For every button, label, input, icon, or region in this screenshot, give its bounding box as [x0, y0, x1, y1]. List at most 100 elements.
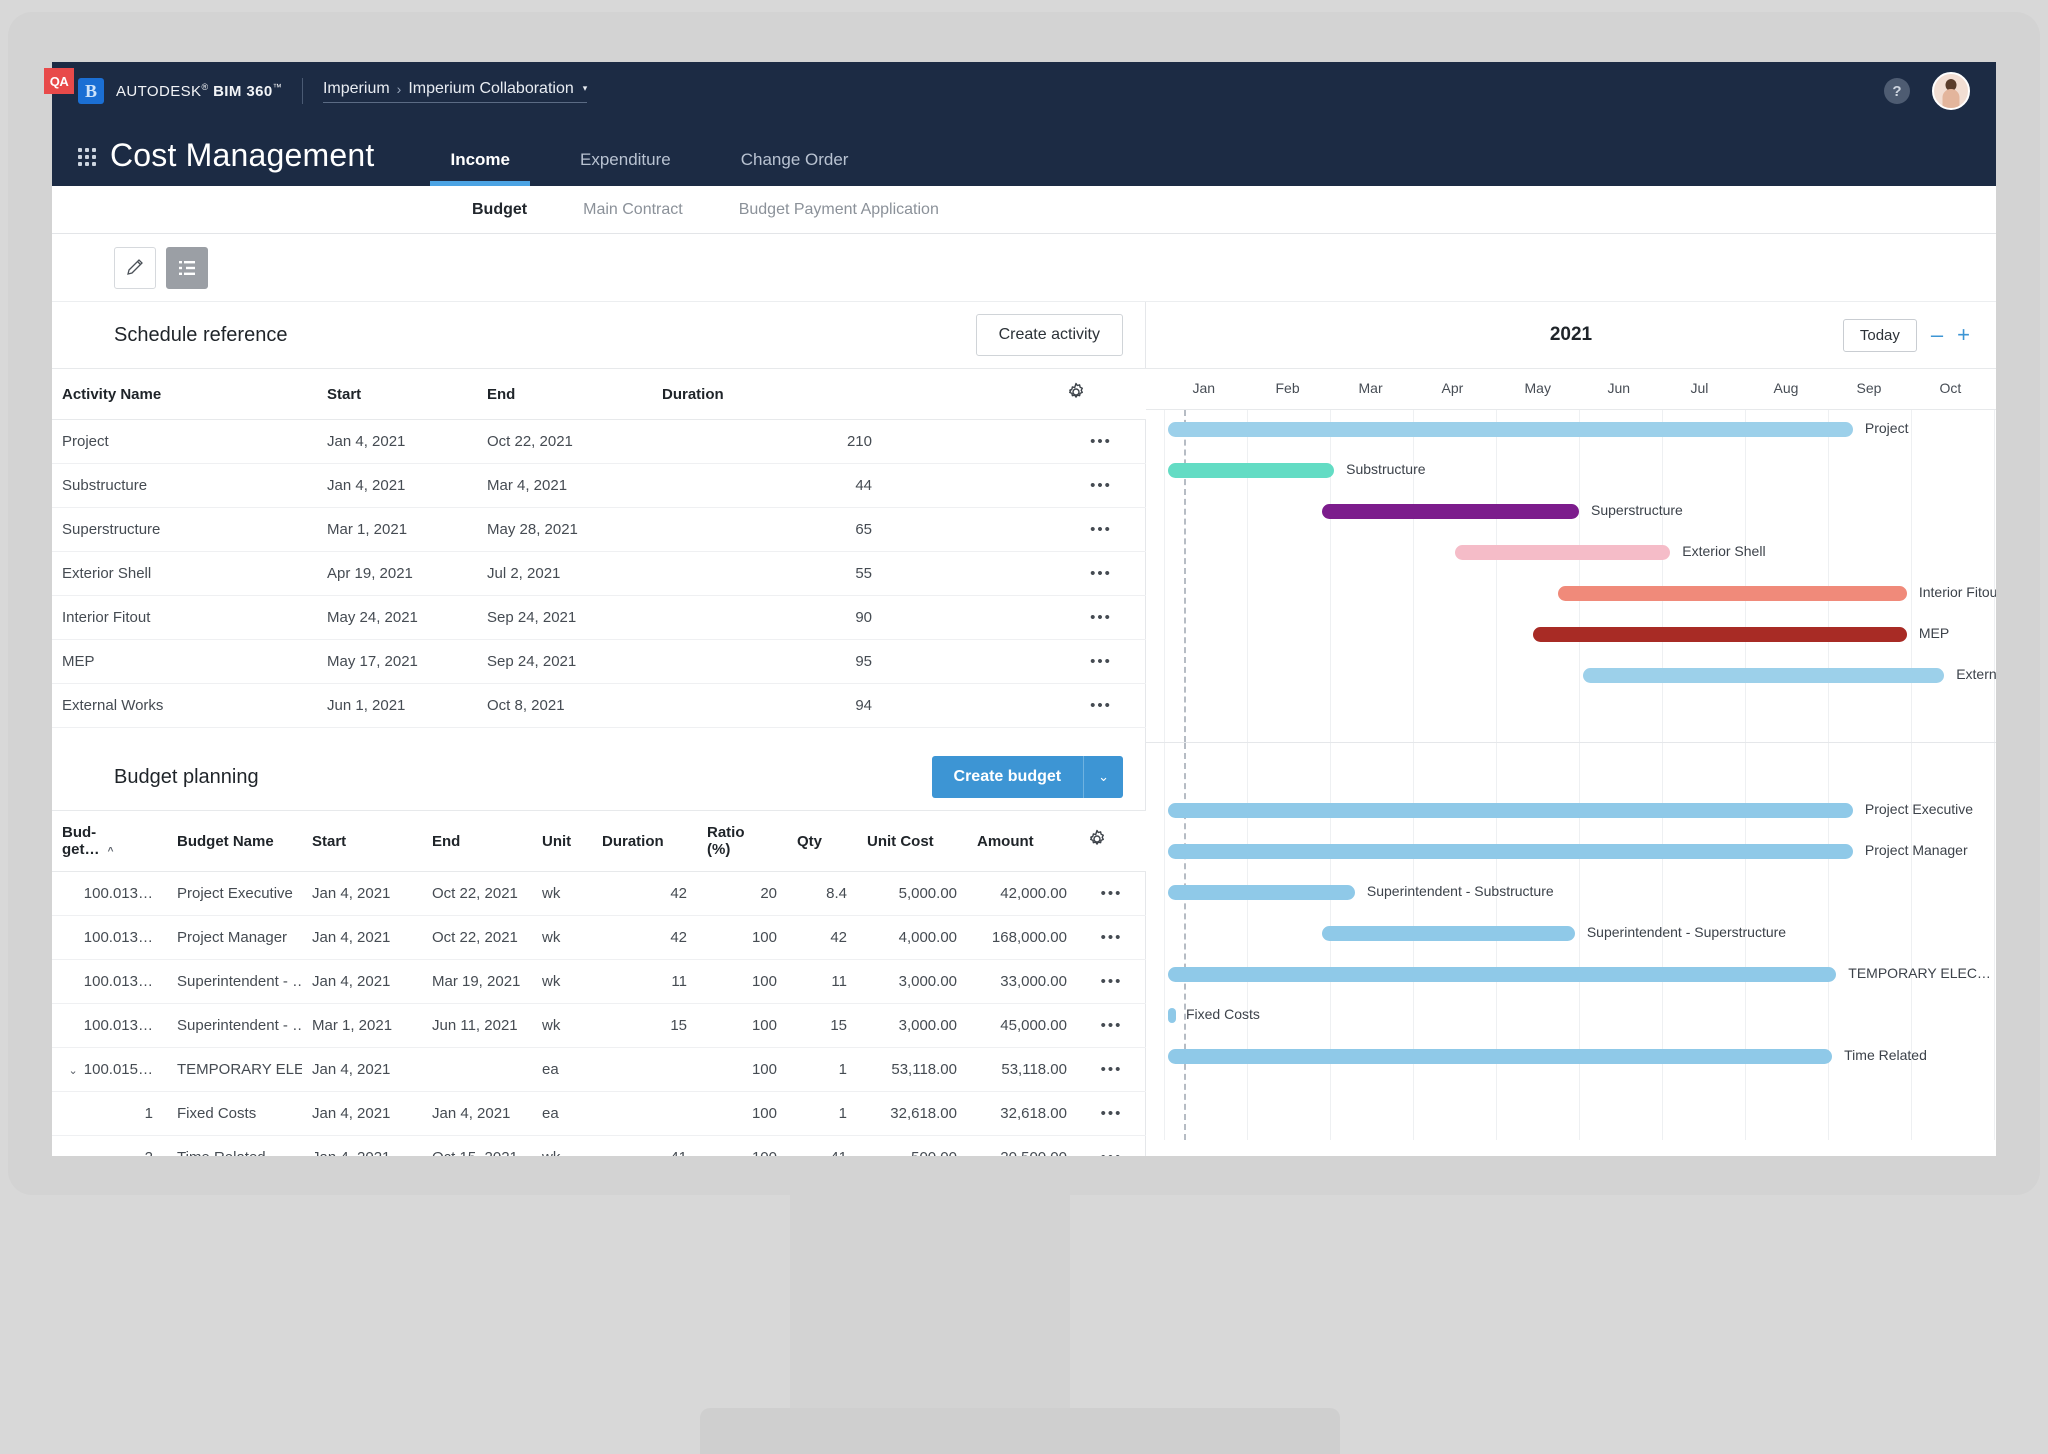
cell-activity-name: MEP [52, 640, 317, 684]
table-row[interactable]: ProjectJan 4, 2021Oct 22, 2021210••• [52, 420, 1146, 464]
gantt-bar[interactable] [1583, 668, 1944, 683]
row-menu-icon[interactable]: ••• [1077, 1136, 1146, 1157]
month-tick-label: Sep [1857, 380, 1882, 396]
zoom-in-button[interactable]: + [1957, 324, 1970, 346]
cell-budget-duration: 11 [592, 960, 697, 1004]
gantt-bar[interactable] [1168, 885, 1355, 900]
subtab-budget-payment-application[interactable]: Budget Payment Application [739, 201, 939, 219]
col-duration[interactable]: Duration [652, 369, 882, 420]
budget-settings-gear-icon[interactable] [1077, 811, 1146, 872]
cell-end: Sep 24, 2021 [477, 596, 652, 640]
row-menu-icon[interactable]: ••• [1077, 872, 1146, 916]
table-row[interactable]: External WorksJun 1, 2021Oct 8, 202194••… [52, 684, 1146, 728]
gantt-bar[interactable] [1168, 967, 1836, 982]
subtab-main-contract[interactable]: Main Contract [583, 201, 683, 219]
row-menu-icon[interactable]: ••• [1077, 1004, 1146, 1048]
col-budget-qty[interactable]: Qty [787, 811, 857, 872]
cell-end: Oct 22, 2021 [477, 420, 652, 464]
gantt-bar[interactable] [1168, 463, 1334, 478]
month-tick-label: May [1525, 380, 1551, 396]
table-row[interactable]: Interior FitoutMay 24, 2021Sep 24, 20219… [52, 596, 1146, 640]
sort-asc-icon[interactable]: ^ [108, 846, 114, 857]
table-row[interactable]: 2Time RelatedJan 4, 2021Oct 15, 2021wk41… [52, 1136, 1146, 1157]
cell-budget-unit-cost: 4,000.00 [857, 916, 967, 960]
gantt-bar[interactable] [1455, 545, 1671, 560]
cell-budget-code: 100.013… [52, 872, 167, 916]
gantt-bar[interactable] [1168, 1049, 1832, 1064]
table-row[interactable]: 100.013…Superintendent - …Mar 1, 2021Jun… [52, 1004, 1146, 1048]
cell-start: May 24, 2021 [317, 596, 477, 640]
breadcrumb-current[interactable]: Imperium Collaboration [408, 80, 573, 98]
subtab-budget[interactable]: Budget [472, 201, 527, 219]
gantt-bar[interactable] [1168, 803, 1853, 818]
col-start[interactable]: Start [317, 369, 477, 420]
zoom-out-button[interactable]: – [1931, 324, 1943, 346]
table-row[interactable]: 100.013…Superintendent - …Jan 4, 2021Mar… [52, 960, 1146, 1004]
row-menu-icon[interactable]: ••• [1056, 596, 1146, 640]
cell-end: Mar 4, 2021 [477, 464, 652, 508]
breadcrumb-root[interactable]: Imperium [323, 80, 390, 98]
col-budget-unit[interactable]: Unit [532, 811, 592, 872]
col-activity-name[interactable]: Activity Name [52, 369, 317, 420]
table-row[interactable]: ⌄100.015…TEMPORARY ELEC…Jan 4, 2021ea100… [52, 1048, 1146, 1092]
table-row[interactable]: MEPMay 17, 2021Sep 24, 202195••• [52, 640, 1146, 684]
gantt-bar[interactable] [1558, 586, 1907, 601]
cell-budget-code: 100.013… [52, 1004, 167, 1048]
gantt-bar[interactable] [1533, 627, 1907, 642]
table-row[interactable]: 1Fixed CostsJan 4, 2021Jan 4, 2021ea1001… [52, 1092, 1146, 1136]
col-budget-start[interactable]: Start [302, 811, 422, 872]
row-menu-icon[interactable]: ••• [1056, 552, 1146, 596]
cell-budget-amount: 45,000.00 [967, 1004, 1077, 1048]
col-budget-code[interactable]: Bud- get… ^ [52, 811, 167, 872]
table-row[interactable]: SubstructureJan 4, 2021Mar 4, 202144••• [52, 464, 1146, 508]
gantt-bar[interactable] [1168, 1008, 1176, 1023]
col-end[interactable]: End [477, 369, 652, 420]
gantt-row: External Works [1146, 656, 1996, 697]
list-settings-icon-button[interactable] [166, 247, 208, 289]
col-budget-end[interactable]: End [422, 811, 532, 872]
row-menu-icon[interactable]: ••• [1077, 1048, 1146, 1092]
tab-change-order[interactable]: Change Order [721, 150, 869, 186]
cell-budget-code: ⌄100.015… [52, 1048, 167, 1092]
gantt-bar[interactable] [1168, 422, 1853, 437]
gantt-bar[interactable] [1168, 844, 1853, 859]
row-menu-icon[interactable]: ••• [1077, 916, 1146, 960]
cell-budget-unit-cost: 32,618.00 [857, 1092, 967, 1136]
row-menu-icon[interactable]: ••• [1077, 960, 1146, 1004]
create-activity-button[interactable]: Create activity [976, 314, 1123, 356]
pencil-icon-button[interactable] [114, 247, 156, 289]
tab-expenditure[interactable]: Expenditure [560, 150, 691, 186]
gantt-bar[interactable] [1322, 504, 1579, 519]
table-row[interactable]: SuperstructureMar 1, 2021May 28, 202165•… [52, 508, 1146, 552]
row-menu-icon[interactable]: ••• [1056, 420, 1146, 464]
chevron-down-icon[interactable]: ⌄ [1083, 756, 1123, 798]
expand-chevron-icon[interactable]: ⌄ [69, 1065, 78, 1077]
help-icon[interactable]: ? [1884, 78, 1910, 104]
col-budget-name[interactable]: Budget Name [167, 811, 302, 872]
row-menu-icon[interactable]: ••• [1056, 508, 1146, 552]
schedule-settings-gear-icon[interactable] [1056, 369, 1146, 420]
table-row[interactable]: 100.013…Project ManagerJan 4, 2021Oct 22… [52, 916, 1146, 960]
row-menu-icon[interactable]: ••• [1056, 464, 1146, 508]
col-budget-unit-cost[interactable]: Unit Cost [857, 811, 967, 872]
gantt-bar[interactable] [1322, 926, 1575, 941]
autodesk-logo-icon[interactable]: B [78, 78, 104, 104]
col-budget-amount[interactable]: Amount [967, 811, 1077, 872]
create-budget-group[interactable]: Create budget ⌄ [932, 756, 1123, 798]
avatar[interactable] [1932, 72, 1970, 110]
col-budget-ratio[interactable]: Ratio (%) [697, 811, 787, 872]
table-row[interactable]: 100.013…Project ExecutiveJan 4, 2021Oct … [52, 872, 1146, 916]
app-grid-icon[interactable] [78, 148, 96, 166]
row-menu-icon[interactable]: ••• [1056, 640, 1146, 684]
row-menu-icon[interactable]: ••• [1077, 1092, 1146, 1136]
tab-income[interactable]: Income [430, 150, 530, 186]
chevron-down-icon[interactable]: ▾ [583, 83, 588, 94]
gantt-bar-label: Project Manager [1865, 842, 1968, 858]
row-menu-icon[interactable]: ••• [1056, 684, 1146, 728]
create-budget-button[interactable]: Create budget [932, 756, 1084, 798]
breadcrumb[interactable]: Imperium › Imperium Collaboration ▾ [323, 80, 587, 103]
gantt-bar-label: Substructure [1346, 461, 1425, 477]
today-button[interactable]: Today [1843, 319, 1917, 352]
table-row[interactable]: Exterior ShellApr 19, 2021Jul 2, 202155•… [52, 552, 1146, 596]
col-budget-duration[interactable]: Duration [592, 811, 697, 872]
